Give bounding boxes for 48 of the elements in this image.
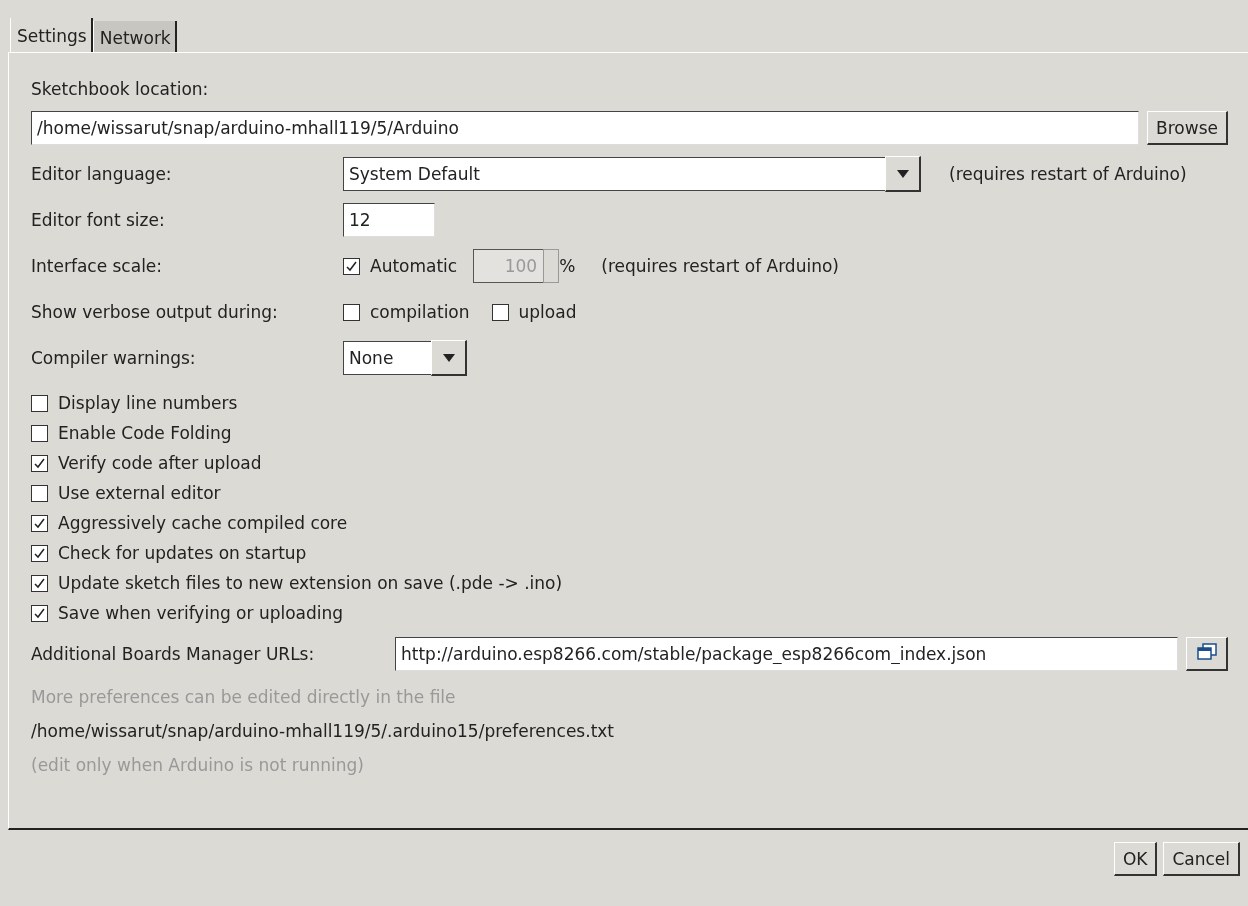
- checkbox-label: Automatic: [370, 256, 458, 276]
- warnings-dropdown[interactable]: None: [343, 341, 467, 375]
- window-icon-button[interactable]: [1186, 637, 1228, 671]
- checkbox-label: Check for updates on startup: [58, 543, 307, 563]
- field-label: Additional Boards Manager URLs:: [31, 644, 316, 664]
- checkbox[interactable]: [31, 514, 48, 532]
- tab[interactable]: Settings: [10, 18, 93, 52]
- field-label: Compiler warnings:: [31, 348, 197, 368]
- checkbox[interactable]: [31, 574, 48, 592]
- dialog-button[interactable]: Cancel: [1163, 842, 1240, 876]
- restart-note: (requires restart of Arduino): [949, 164, 1187, 184]
- checkbox[interactable]: [491, 303, 509, 321]
- percent-sign: %: [559, 256, 576, 276]
- info-text: /home/wissarut/snap/arduino-mhall119/5/.arduino15/preferences.txt: [31, 721, 616, 741]
- field-label: Show verbose output during:: [31, 302, 279, 322]
- checkbox[interactable]: [31, 394, 48, 412]
- checkbox-label: Save when verifying or uploading: [58, 603, 344, 623]
- checkbox[interactable]: [343, 303, 360, 321]
- field-label: Interface scale:: [31, 256, 164, 276]
- checkbox-label: Display line numbers: [58, 393, 238, 413]
- restart-note: (requires restart of Arduino): [601, 256, 839, 276]
- field-label: Editor language:: [31, 164, 173, 184]
- checkbox[interactable]: [31, 544, 48, 562]
- checkbox[interactable]: [31, 454, 48, 472]
- checkbox-label: Enable Code Folding: [58, 423, 232, 443]
- sketchbook-path-field[interactable]: /home/wissarut/snap/arduino-mhall119/5/Arduino: [31, 111, 1140, 145]
- checkbox-label: Use external editor: [58, 483, 221, 503]
- checkbox-label: Verify code after upload: [58, 453, 262, 473]
- boards-url-field[interactable]: http://arduino.esp8266.com/stable/package_esp8266com_index.json: [395, 637, 1179, 671]
- checkbox-label: upload: [518, 302, 577, 322]
- checkbox-label: Aggressively cache compiled core: [58, 513, 348, 533]
- windows-icon: [1196, 642, 1217, 661]
- checkbox[interactable]: [31, 604, 48, 622]
- info-text: More preferences can be edited directly in the file: [31, 687, 457, 707]
- checkbox[interactable]: [31, 424, 48, 442]
- checkbox-label: Update sketch files to new extension on save (.pde -> .ino): [58, 573, 563, 593]
- dialog-button[interactable]: OK: [1113, 842, 1158, 876]
- field-label: Editor font size:: [31, 210, 166, 230]
- info-text: (edit only when Arduino is not running): [31, 755, 365, 775]
- browse-button[interactable]: Browse: [1147, 111, 1228, 145]
- field-label: Sketchbook location:: [31, 79, 209, 99]
- checkbox-label: compilation: [370, 302, 470, 322]
- caret-icon: [442, 353, 455, 362]
- caret-icon: [896, 169, 909, 178]
- font-size-field[interactable]: 12: [343, 203, 435, 237]
- language-dropdown[interactable]: System Default: [343, 157, 921, 191]
- checkbox[interactable]: [31, 484, 48, 502]
- tab[interactable]: Network: [92, 21, 177, 52]
